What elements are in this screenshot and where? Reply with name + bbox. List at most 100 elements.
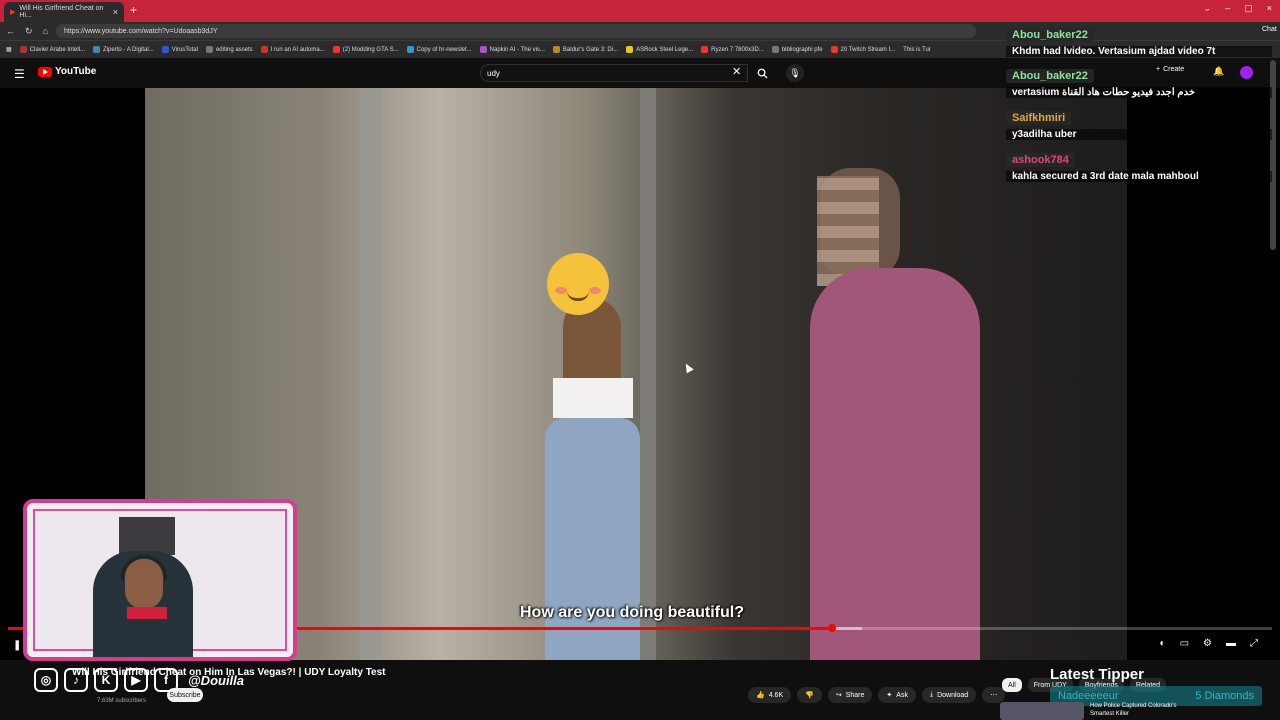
bookmark-item[interactable]: Ryzen 7 7800x3D... (701, 46, 764, 53)
bookmark-item[interactable]: bibliographi pfe (771, 46, 823, 53)
chat-text: kahla secured a 3rd date mala mahboul (1006, 171, 1272, 182)
bookmark-item[interactable]: This is Tur (903, 47, 931, 53)
tab-title: Will His Girlfriend Cheat on Hi... (19, 5, 104, 19)
recommended-thumbnail (1000, 702, 1084, 720)
woman-jeans (545, 418, 640, 660)
share-button[interactable]: ↪ Share (827, 687, 873, 703)
chat-text: Khdm had lvideo. Vertasium ajdad video 7… (1006, 46, 1272, 57)
street-pole (360, 88, 382, 660)
bookmark-item[interactable]: Ziperto - A Digital... (93, 46, 154, 53)
mic-icon: 🎙 (789, 67, 801, 78)
player-right-controls: ◐ ▭ ⚙ ▬ ⤢ (1160, 638, 1258, 649)
street-pole (640, 88, 656, 660)
streamer-scarf (127, 607, 167, 619)
video-subtitle: How are you doing beautiful? (520, 604, 744, 621)
maximize-icon[interactable]: ▢ (1244, 3, 1253, 14)
youtube-logo[interactable]: YouTube (38, 66, 96, 77)
youtube-icon: ▶ (124, 668, 148, 692)
bookmark-item[interactable]: Clavier Arabe Intell... (19, 46, 85, 53)
chat-username: Abou_baker22 (1006, 28, 1094, 42)
search-button[interactable] (750, 64, 774, 82)
reload-icon[interactable]: ↻ (25, 26, 33, 37)
sparkle-icon: ✦ (886, 692, 893, 699)
bookmark-item[interactable]: Napkin AI - The vis... (479, 46, 545, 53)
nav-buttons: ← ↻ ⌂ (6, 26, 48, 37)
url-text: https://www.youtube.com/watch?v=Udoaasb3… (63, 27, 218, 35)
download-icon: ⤓ (929, 691, 934, 698)
chat-message: ashook784 kahla secured a 3rd date mala … (1006, 150, 1272, 182)
close-window-icon[interactable]: × (1267, 3, 1272, 14)
video-actions: 👍 4.6K 👎 ↪ Share ✦ Ask ⤓ Download ⋯ (748, 687, 1006, 703)
download-button[interactable]: ⤓ Download (921, 687, 977, 703)
tipper-name: Nadeeeeeur (1058, 690, 1119, 702)
clear-search-icon[interactable]: ✕ (732, 65, 741, 78)
chat-message: Abou_baker22 vertasium خدم اجدد فيديو حط… (1006, 66, 1272, 98)
wall-poster (119, 517, 175, 555)
voice-search-button[interactable]: 🎙 (786, 64, 804, 82)
new-tab-button[interactable]: + (130, 3, 137, 17)
tiktok-icon: ♪ (64, 668, 88, 692)
like-count: 4.6K (768, 691, 784, 699)
recommended-title: How Police Captured Colorado's Smartest … (1090, 703, 1177, 717)
thumbs-up-icon: 👍 (756, 692, 765, 699)
home-icon[interactable]: ⌂ (43, 26, 48, 37)
chat-message: Saifkhmiri y3adilha uber (1006, 108, 1272, 140)
tipper-amount: 5 Diamonds (1195, 690, 1254, 702)
youtube-wordmark: YouTube (55, 66, 97, 77)
subscriber-count: 7.63M subscribers (97, 698, 147, 704)
url-field[interactable]: https://www.youtube.com/watch?v=Udoaasb3… (55, 24, 976, 38)
youtube-play-logo-icon (38, 66, 52, 77)
minimize-icon[interactable]: – (1225, 3, 1230, 14)
thumbs-down-icon: 👎 (805, 692, 814, 699)
chat-username: ashook784 (1006, 153, 1075, 167)
chat-button-label[interactable]: Chat (1262, 26, 1277, 33)
browser-tab-strip: ▶ Will His Girlfriend Cheat on Hi... × +… (0, 0, 1280, 22)
fullscreen-icon[interactable]: ⤢ (1250, 638, 1258, 649)
kick-icon: K (94, 668, 118, 692)
dislike-button[interactable]: 👎 (797, 687, 822, 703)
bookmark-item[interactable]: (2) Modding GTA S... (332, 46, 399, 53)
man-pink-shirt (810, 268, 980, 660)
streamer-handle: @Douilla (188, 672, 245, 688)
search-icon (757, 68, 768, 79)
autoplay-toggle-icon[interactable]: ◐ (1160, 638, 1166, 649)
bookmark-item[interactable]: Baldur's Gate 3: Di... (552, 46, 618, 53)
chat-username: Saifkhmiri (1006, 111, 1072, 125)
like-button[interactable]: 👍 4.6K (748, 687, 792, 703)
bookmark-apps-icon[interactable]: ▦ (6, 46, 12, 53)
captions-icon[interactable]: ▭ (1180, 638, 1189, 649)
share-icon: ↪ (835, 692, 842, 699)
recommended-video[interactable]: How Police Captured Colorado's Smartest … (1000, 702, 1186, 720)
chat-text: y3adilha uber (1006, 129, 1272, 140)
ask-button[interactable]: ✦ Ask (878, 687, 916, 703)
subscribe-button[interactable]: Subscribe (167, 688, 203, 702)
bookmark-item[interactable]: Copy of hr-newslet... (406, 46, 472, 53)
chevron-down-icon[interactable]: ⌄ (1204, 3, 1212, 14)
chat-text: vertasium خدم اجدد فيديو حطات هاد القناة (1006, 87, 1272, 98)
webcam-feed (33, 509, 287, 657)
blushing-emoji-face-cover (547, 253, 609, 315)
webcam-overlay (23, 499, 297, 661)
bookmark-item[interactable]: editing assets (205, 46, 253, 53)
bookmark-item[interactable]: I run an AI automa... (260, 46, 325, 53)
hamburger-menu-icon[interactable]: ☰ (14, 67, 25, 81)
search-query: udy (487, 68, 500, 78)
window-controls: ⌄ – ▢ × (1204, 3, 1272, 14)
close-tab-icon[interactable]: × (113, 7, 118, 17)
chat-username: Abou_baker22 (1006, 69, 1094, 83)
bookmark-item[interactable]: ASRock Steel Lege... (626, 46, 693, 53)
theater-mode-icon[interactable]: ▬ (1226, 638, 1236, 649)
bookmark-item[interactable]: 20 Twitch Stream I... (830, 46, 895, 53)
search-input[interactable]: udy (480, 64, 748, 82)
browser-tab-active[interactable]: ▶ Will His Girlfriend Cheat on Hi... × (4, 2, 124, 22)
bookmark-item[interactable]: VirusTotal (161, 46, 198, 53)
social-overlay: ◎ ♪ K ▶ f @Douilla (34, 668, 244, 692)
ask-label: Ask (896, 691, 908, 699)
chat-message: Abou_baker22 Khdm had lvideo. Vertasium … (1006, 25, 1272, 57)
chip-all[interactable]: All (1002, 678, 1022, 692)
woman-top (553, 378, 633, 418)
youtube-favicon-icon: ▶ (10, 9, 16, 16)
back-icon[interactable]: ← (6, 26, 15, 37)
instagram-icon: ◎ (34, 668, 58, 692)
settings-gear-icon[interactable]: ⚙ (1203, 638, 1212, 649)
